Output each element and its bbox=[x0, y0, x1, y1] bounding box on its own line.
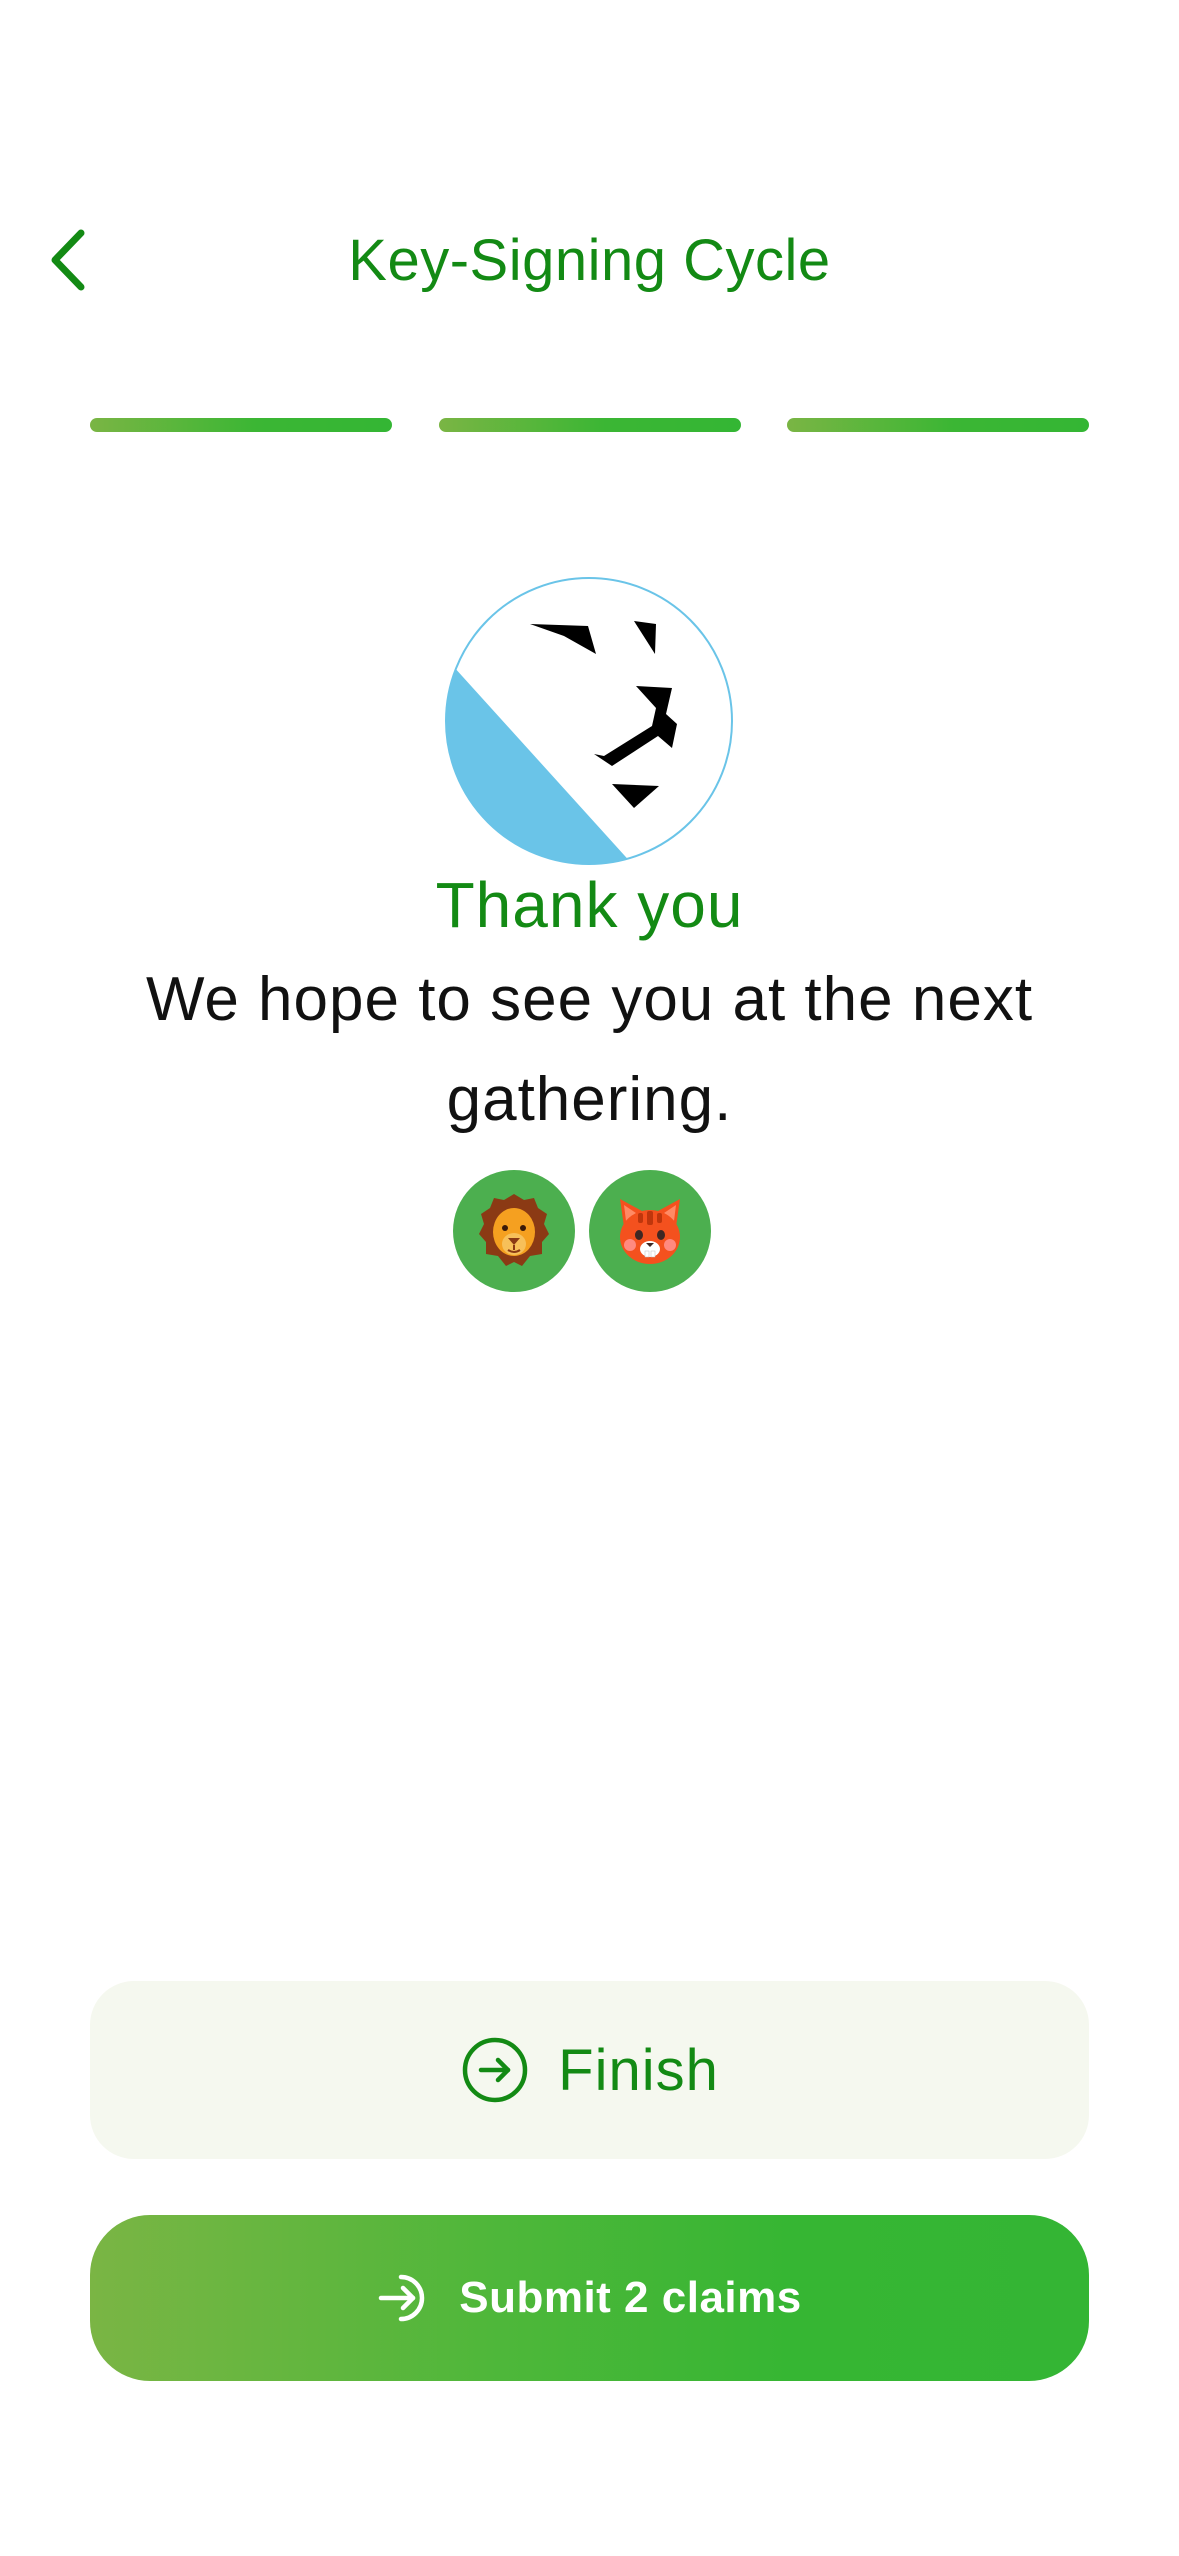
submit-claims-label: Submit 2 claims bbox=[459, 2273, 802, 2322]
avatar bbox=[453, 1170, 575, 1292]
cat-emoji-icon bbox=[620, 1199, 680, 1264]
lion-emoji-icon bbox=[479, 1194, 549, 1266]
arrow-right-circle-icon bbox=[462, 2037, 528, 2103]
finish-label: Finish bbox=[558, 2037, 719, 2103]
progress-step-1 bbox=[90, 418, 392, 432]
progress-step-2 bbox=[438, 418, 741, 432]
participant-avatars bbox=[453, 1170, 715, 1292]
step-progress bbox=[90, 418, 1089, 432]
submit-claims-button[interactable]: Submit 2 claims bbox=[90, 2215, 1089, 2381]
lion-logo-icon bbox=[444, 576, 734, 866]
avatar bbox=[589, 1170, 711, 1292]
page-title: Key-Signing Cycle bbox=[348, 228, 831, 293]
thank-you-heading: Thank you bbox=[435, 869, 744, 941]
sign-in-arrow-icon bbox=[378, 2274, 425, 2322]
farewell-message: We hope to see you at the next gathering… bbox=[145, 965, 1034, 1134]
progress-step-3 bbox=[787, 418, 1089, 432]
app-header: Key-Signing Cycle bbox=[0, 200, 1179, 320]
finish-button[interactable]: Finish bbox=[90, 1981, 1089, 2159]
